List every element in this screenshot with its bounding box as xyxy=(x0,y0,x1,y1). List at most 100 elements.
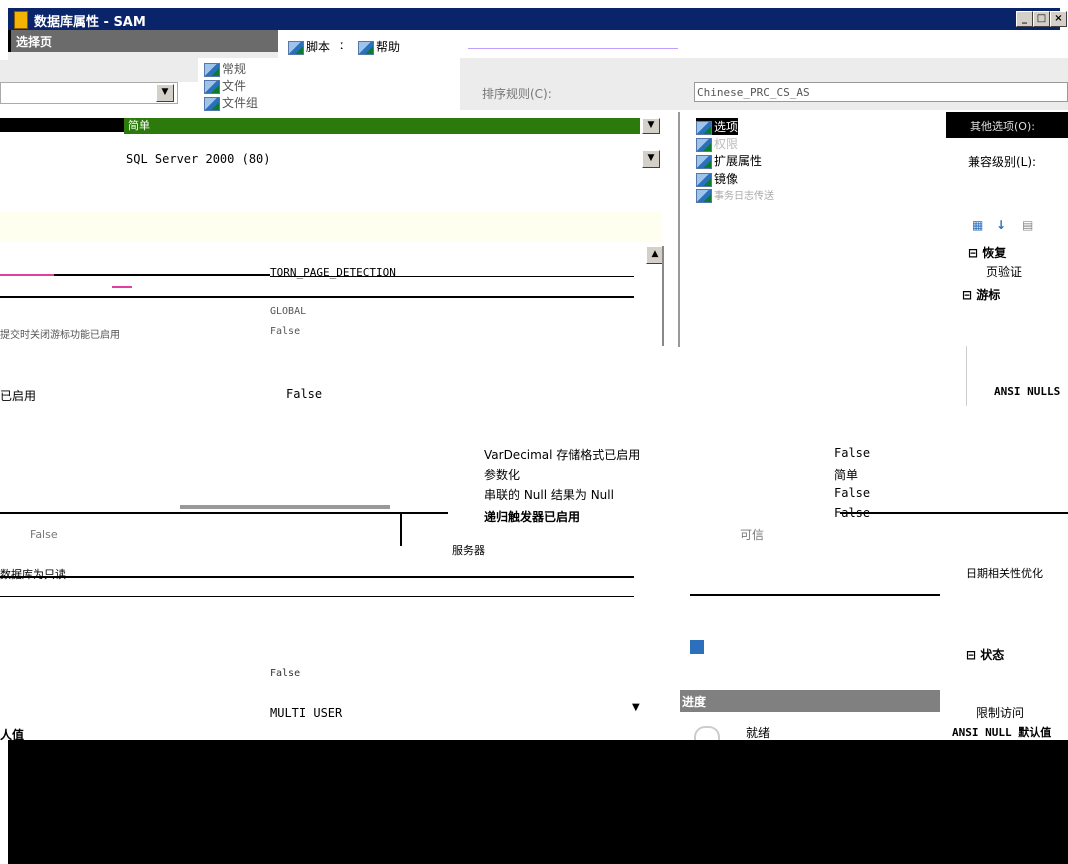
title-bar: 数据库属性 - SAM _ □ × xyxy=(8,8,1067,30)
grid-divider xyxy=(400,512,402,546)
progress-title: 进度 xyxy=(682,695,707,709)
page-label: 镜像 xyxy=(714,172,739,186)
grid-line-accent xyxy=(0,274,54,276)
ansi-null-default-label: ANSI NULL 默认值 xyxy=(952,726,1052,739)
recovery-dropdown-arrow[interactable]: ▼ xyxy=(642,118,660,134)
grid-line xyxy=(270,276,634,277)
restrict-access-label: 限制访问 xyxy=(976,706,1025,720)
progress-header: 进度 xyxy=(680,690,940,712)
left-panel-strip xyxy=(0,60,200,82)
name-dropdown-arrow[interactable]: ▼ xyxy=(156,84,174,102)
page-item-general[interactable]: 常规 xyxy=(204,60,246,77)
restrict-access-value[interactable]: MULTI USER xyxy=(270,706,342,720)
default-cursor-value[interactable]: GLOBAL xyxy=(270,306,306,317)
page-label: 文件组 xyxy=(222,96,259,110)
page-verify-label: 页验证 xyxy=(986,265,1023,279)
compat-dropdown-arrow[interactable]: ▼ xyxy=(642,150,660,168)
alphabetical-icon[interactable]: ↓ xyxy=(996,218,1006,232)
property-grid-toolbar: ▦ ↓ ▤ xyxy=(968,214,1068,236)
prop-value-concat-null[interactable]: False xyxy=(834,486,870,500)
prop-name-vardecimal: VarDecimal 存储格式已启用 xyxy=(484,448,641,462)
help-label: 帮助 xyxy=(376,40,401,54)
close-cursor-label: 提交时关闭游标功能已启用 xyxy=(0,330,120,341)
grid-line xyxy=(0,596,634,597)
collation-label: 排序规则(C): xyxy=(482,87,552,101)
db-readonly-value[interactable]: False xyxy=(270,668,300,679)
help-button[interactable]: 帮助 xyxy=(358,38,400,55)
other-options-label: 其他选项(O): xyxy=(970,120,1035,133)
page-item-files[interactable]: 文件 xyxy=(204,77,246,94)
server-label: 服务器 xyxy=(452,544,485,557)
close-button[interactable]: × xyxy=(1050,11,1067,27)
scrollbar-track[interactable] xyxy=(662,246,664,346)
ansi-nulls-label: ANSI NULLS xyxy=(994,385,1061,398)
window-title: 数据库属性 - SAM xyxy=(34,15,146,30)
page-label: 事务日志传送 xyxy=(714,191,774,202)
prop-name-parameterization: 参数化 xyxy=(484,468,521,482)
prop-name-recursive-triggers: 递归触发器已启用 xyxy=(484,510,581,524)
page-label: 常规 xyxy=(222,62,247,76)
recovery-model-select[interactable]: 简单 xyxy=(124,118,640,134)
page-item-log-shipping[interactable]: 事务日志传送 xyxy=(696,187,774,203)
toolbar-separator: ː xyxy=(340,38,345,52)
database-icon xyxy=(14,11,28,29)
page-label: 文件 xyxy=(222,79,247,93)
cursor-group[interactable]: ⊟ 游标 xyxy=(962,286,1000,303)
script-label: 脚本 xyxy=(306,40,331,54)
page-label: 扩展属性 xyxy=(714,154,763,168)
compat-level-select[interactable]: SQL Server 2000 (80) xyxy=(122,150,640,168)
enabled-value[interactable]: False xyxy=(286,387,322,401)
categorized-icon[interactable]: ▦ xyxy=(972,218,983,232)
recovery-model-label-mask xyxy=(0,118,126,132)
state-group-label: 状态 xyxy=(980,648,1005,662)
page-list: 常规 文件 文件组 xyxy=(198,58,460,111)
page-icon xyxy=(204,79,220,94)
recovery-group-label: 恢复 xyxy=(982,246,1007,260)
name-input[interactable] xyxy=(0,82,178,104)
select-page-header: 选择页 xyxy=(8,30,278,52)
page-icon xyxy=(204,96,220,111)
page-icon xyxy=(696,137,712,152)
prop-value-parameterization[interactable]: 简单 xyxy=(834,466,858,483)
page-item-options[interactable]: 选项 xyxy=(696,118,739,135)
close-cursor-value[interactable]: False xyxy=(270,326,300,337)
page-icon xyxy=(696,189,712,203)
restrict-dropdown-arrow[interactable]: ▼ xyxy=(632,702,640,713)
prop-name-concat-null: 串联的 Null 结果为 Null xyxy=(484,488,614,502)
collation-field[interactable]: Chinese_PRC_CS_AS xyxy=(694,82,1068,102)
cursor-group-label: 游标 xyxy=(976,288,1001,302)
grid-shadow xyxy=(180,505,390,509)
minimize-button[interactable]: _ xyxy=(1016,11,1033,27)
script-icon xyxy=(288,40,304,55)
page-label: 权限 xyxy=(714,137,739,151)
recovery-group[interactable]: ⊟ 恢复 xyxy=(968,244,1006,261)
page-icon xyxy=(204,62,220,77)
compat-level-label: 兼容级别(L): xyxy=(968,155,1037,169)
db-readonly-label: 数据库为只读 xyxy=(0,568,66,581)
date-corr-label: 日期相关性优化 xyxy=(966,567,1043,580)
toolbar-line xyxy=(468,48,678,49)
page-icon xyxy=(696,154,712,169)
right-header: 其他选项(O): xyxy=(946,112,1068,138)
page-icon xyxy=(696,172,712,187)
page-icon xyxy=(696,120,712,135)
page-item-filegroups[interactable]: 文件组 xyxy=(204,94,258,111)
trusted-label: 可信 xyxy=(740,528,765,542)
grid-line xyxy=(690,594,940,596)
page-item-mirroring[interactable]: 镜像 xyxy=(696,170,738,187)
page-item-extended-properties[interactable]: 扩展属性 xyxy=(696,152,762,169)
connection-icon xyxy=(690,640,704,654)
state-group[interactable]: ⊟ 状态 xyxy=(966,646,1004,663)
prop-value-vardecimal[interactable]: False xyxy=(834,446,870,460)
properties-icon[interactable]: ▤ xyxy=(1022,218,1033,232)
info-strip xyxy=(0,212,662,242)
trusted-value[interactable]: False xyxy=(30,528,58,541)
maximize-button[interactable]: □ xyxy=(1033,11,1050,27)
grid-line xyxy=(0,576,634,578)
spinner-icon xyxy=(694,726,720,740)
select-page-label: 选择页 xyxy=(16,35,53,49)
page-verify-value[interactable]: TORN_PAGE_DETECTION xyxy=(270,266,396,279)
script-button[interactable]: 脚本 xyxy=(288,38,330,55)
page-item-permissions[interactable]: 权限 xyxy=(696,135,738,152)
grid-accent xyxy=(112,286,132,288)
